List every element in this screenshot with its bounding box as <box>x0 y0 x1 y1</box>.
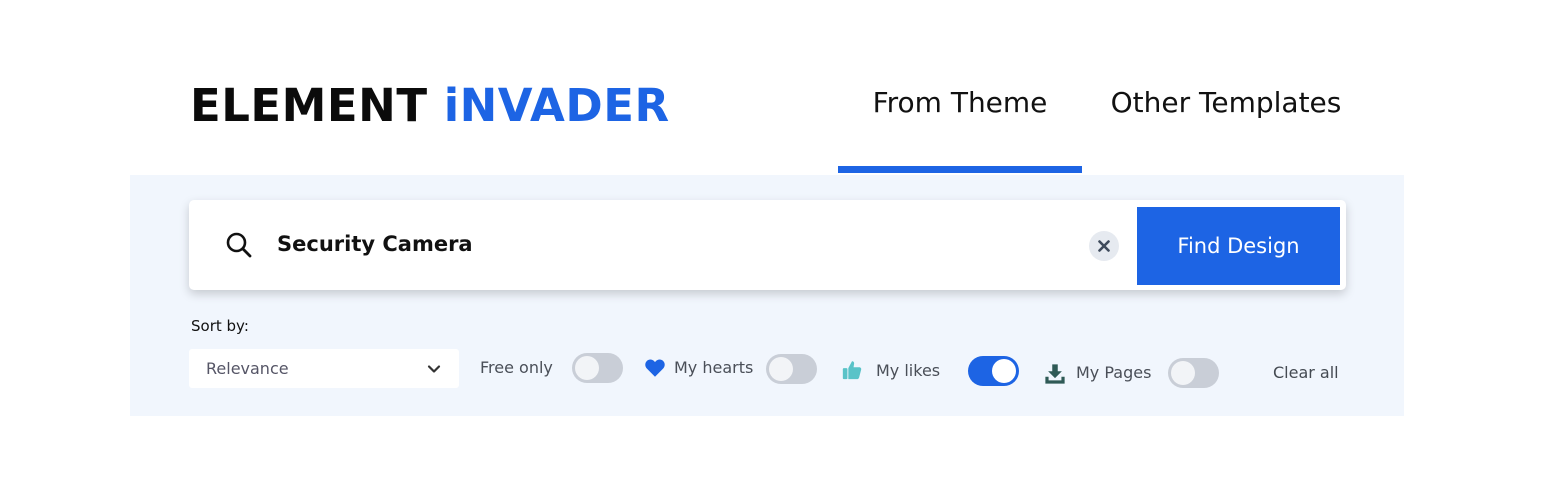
chevron-down-icon <box>427 365 441 373</box>
free-only-label: Free only <box>480 358 553 377</box>
search-input[interactable] <box>277 226 1057 262</box>
tab-from-theme[interactable]: From Theme <box>838 86 1082 174</box>
search-bar: Find Design <box>189 200 1346 290</box>
heart-icon <box>645 359 665 377</box>
logo-word-invader: iNVADER <box>443 79 670 132</box>
find-design-button[interactable]: Find Design <box>1137 207 1340 285</box>
my-hearts-toggle[interactable] <box>766 354 817 384</box>
clear-search-button[interactable] <box>1089 231 1119 261</box>
my-pages-toggle[interactable] <box>1168 358 1219 388</box>
my-pages-label: My Pages <box>1076 363 1152 382</box>
thumbs-up-icon <box>842 361 862 380</box>
my-likes-label: My likes <box>876 361 941 380</box>
search-icon <box>226 232 252 258</box>
free-only-toggle[interactable] <box>572 353 623 383</box>
sort-select[interactable]: Relevance <box>189 349 459 388</box>
sort-selected-value: Relevance <box>206 359 289 378</box>
clear-all-link[interactable]: Clear all <box>1273 363 1339 383</box>
my-likes-toggle[interactable] <box>968 356 1019 386</box>
tab-other-templates[interactable]: Other Templates <box>1086 86 1366 174</box>
tab-bar: From Theme Other Templates <box>838 86 1398 176</box>
download-icon <box>1045 364 1065 384</box>
logo-word-element: ELEMENT <box>190 79 428 132</box>
my-hearts-label: My hearts <box>674 358 754 377</box>
active-tab-indicator <box>838 166 1082 173</box>
close-icon <box>1098 240 1110 252</box>
sort-by-label: Sort by: <box>191 317 249 335</box>
search-panel: Find Design Sort by: Relevance Free only… <box>130 175 1404 416</box>
logo: ELEMENT iNVADER <box>190 78 670 134</box>
